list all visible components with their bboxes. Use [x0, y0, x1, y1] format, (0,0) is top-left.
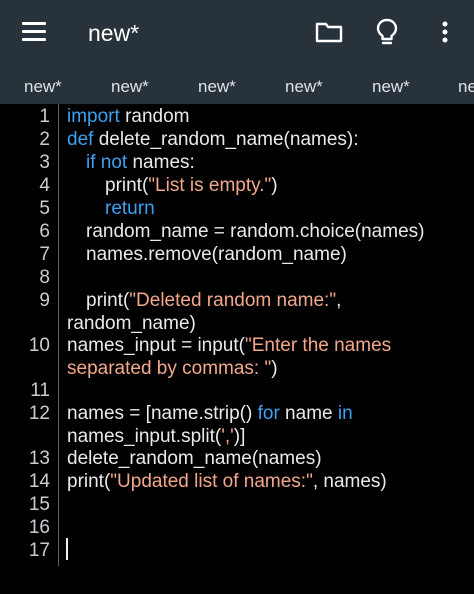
code-text: name — [279, 403, 338, 424]
menu-icon[interactable] — [22, 22, 46, 42]
string-literal: "Deleted random name:" — [129, 290, 337, 311]
code-editor[interactable]: 1 2 3 4 5 6 7 8 9 10 11 12 13 14 15 16 1… — [0, 104, 474, 594]
lightbulb-icon[interactable] — [372, 17, 402, 47]
keyword: if — [86, 152, 96, 173]
code-line: def delete_random_name(names): — [67, 129, 359, 151]
code-text: names_input.split( — [67, 426, 222, 447]
code-text: , names) — [312, 471, 387, 492]
tab-6[interactable]: ne — [458, 77, 474, 97]
line-number: 14 — [28, 471, 50, 492]
tab-5[interactable]: new* — [372, 77, 410, 97]
keyword: for — [257, 403, 280, 424]
code-line: return — [105, 198, 155, 220]
app-bar: new* — [0, 0, 474, 66]
text-cursor — [66, 538, 68, 560]
code-line-wrap: names_input.split(',')] — [67, 426, 245, 448]
code-line: delete_random_name(names) — [67, 448, 322, 469]
keyword: not — [100, 152, 128, 173]
line-number: 6 — [39, 221, 50, 242]
line-number: 2 — [39, 129, 50, 150]
keyword: def — [67, 129, 94, 150]
line-number: 17 — [28, 540, 50, 561]
keyword: return — [105, 198, 155, 219]
code-line-wrap: random_name) — [67, 313, 196, 334]
code-text: ) — [271, 358, 278, 379]
code-text: delete_random_name(names): — [93, 129, 359, 150]
tab-3[interactable]: new* — [198, 77, 236, 97]
code-line-wrap: separated by commas: ") — [67, 358, 278, 380]
code-text: print( — [105, 175, 149, 196]
code-line: names_input = input("Enter the names — [67, 335, 391, 357]
code-line: print("Updated list of names:", names) — [67, 471, 387, 493]
code-line: if not names: — [86, 152, 195, 174]
code-text: names: — [127, 152, 195, 173]
code-text: )] — [233, 426, 246, 447]
code-line: print("List is empty.") — [105, 175, 278, 197]
app-title: new* — [88, 20, 140, 46]
code-text: print( — [67, 471, 111, 492]
line-number: 15 — [28, 494, 50, 515]
line-number: 7 — [39, 244, 50, 265]
line-number: 9 — [39, 290, 50, 311]
string-literal: ',' — [221, 426, 234, 447]
string-literal: "Updated list of names:" — [110, 471, 313, 492]
code-text: print( — [86, 290, 130, 311]
string-literal: "Enter the names — [244, 335, 392, 356]
more-vert-icon[interactable] — [430, 17, 460, 47]
line-number: 11 — [30, 380, 50, 401]
line-number: 1 — [39, 106, 50, 127]
code-text: names_input = input( — [67, 335, 245, 356]
keyword: import — [67, 106, 120, 127]
code-text: names = [name.strip() — [67, 403, 258, 424]
code-line: names.remove(random_name) — [86, 244, 347, 265]
line-number: 4 — [39, 175, 50, 196]
code-text: random — [119, 106, 190, 127]
line-number: 8 — [39, 267, 50, 288]
code-line: names = [name.strip() for name in — [67, 403, 353, 425]
code-text: , — [336, 290, 342, 311]
line-number: 10 — [28, 335, 50, 356]
code-line: import random — [67, 106, 190, 128]
line-number: 12 — [28, 403, 50, 424]
line-number: 5 — [39, 198, 50, 219]
tab-1[interactable]: new* — [24, 77, 62, 97]
gutter-divider — [58, 104, 59, 566]
keyword: in — [337, 403, 353, 424]
string-literal: "List is empty." — [148, 175, 272, 196]
code-line: random_name = random.choice(names) — [86, 221, 425, 242]
line-number: 3 — [39, 152, 50, 173]
tab-4[interactable]: new* — [285, 77, 323, 97]
tab-bar: new* new* new* new* new* ne — [0, 66, 474, 104]
folder-icon[interactable] — [314, 17, 344, 47]
string-literal: separated by commas: " — [67, 358, 272, 379]
line-number: 13 — [28, 448, 50, 469]
line-number: 16 — [28, 517, 50, 538]
code-line: print("Deleted random name:", — [86, 290, 341, 312]
code-text: ) — [271, 175, 278, 196]
tab-2[interactable]: new* — [111, 77, 149, 97]
